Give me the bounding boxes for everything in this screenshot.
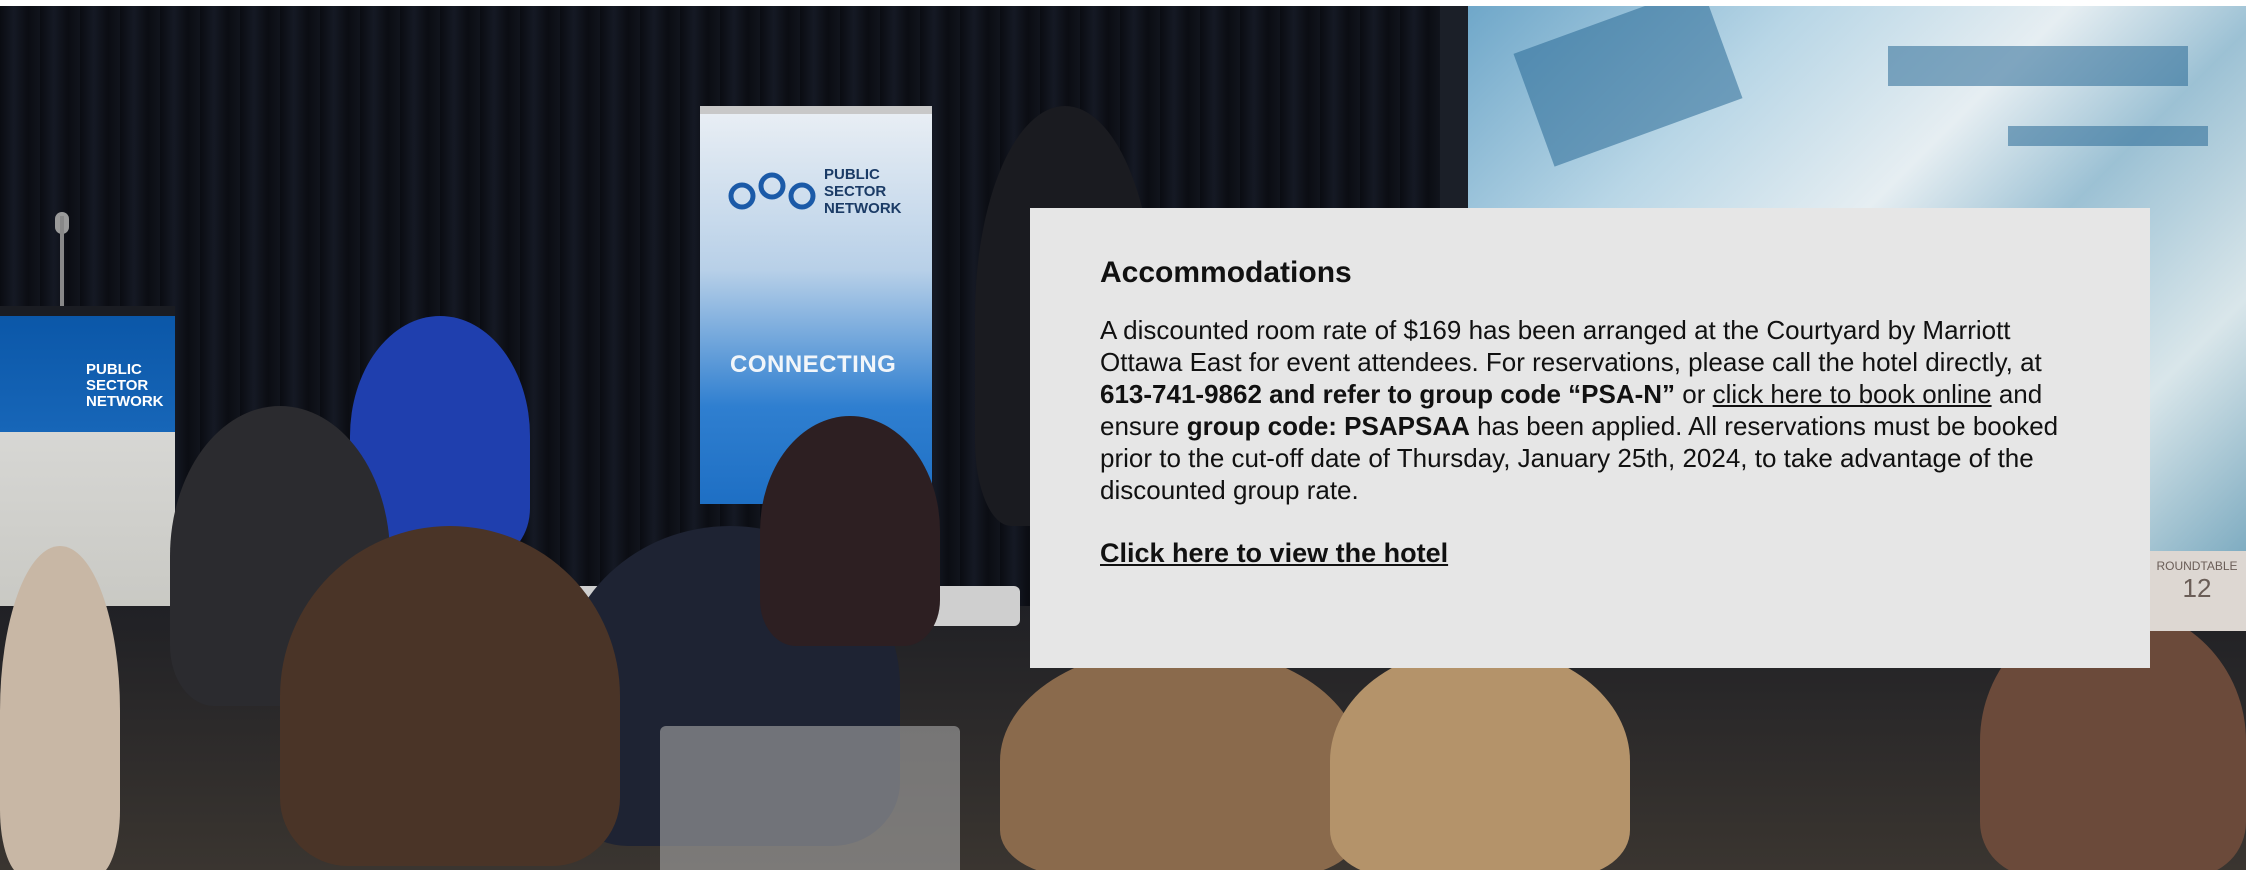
microphone-stand [60, 216, 64, 306]
phone-group-code: 613-741-9862 and refer to group code “PS… [1100, 379, 1676, 409]
audience-member [280, 526, 620, 866]
table-glassware [660, 726, 960, 870]
group-code: group code: PSAPSAA [1186, 411, 1470, 441]
roundtable-card: ROUNDTABLE 12 [2148, 551, 2246, 631]
audience-member [1330, 646, 1630, 870]
podium [0, 306, 175, 606]
podium-logo: PUBLIC SECTOR NETWORK [86, 361, 164, 410]
accommodations-title: Accommodations [1100, 256, 1352, 289]
standee-logo: PUBLIC SECTOR NETWORK [824, 166, 902, 217]
standee-text: CONNECTING [730, 351, 897, 378]
accommodations-card: Accommodations A discounted room rate of… [1030, 208, 2150, 668]
psn-logo-icon [728, 172, 816, 210]
book-online-link[interactable]: click here to book online [1713, 379, 1992, 409]
audience-member [760, 416, 940, 646]
accommodations-body: A discounted room rate of $169 has been … [1100, 315, 2059, 505]
view-hotel-link[interactable]: Click here to view the hotel [1100, 538, 1448, 569]
audience-member [0, 546, 120, 870]
audience-member [1000, 646, 1360, 870]
